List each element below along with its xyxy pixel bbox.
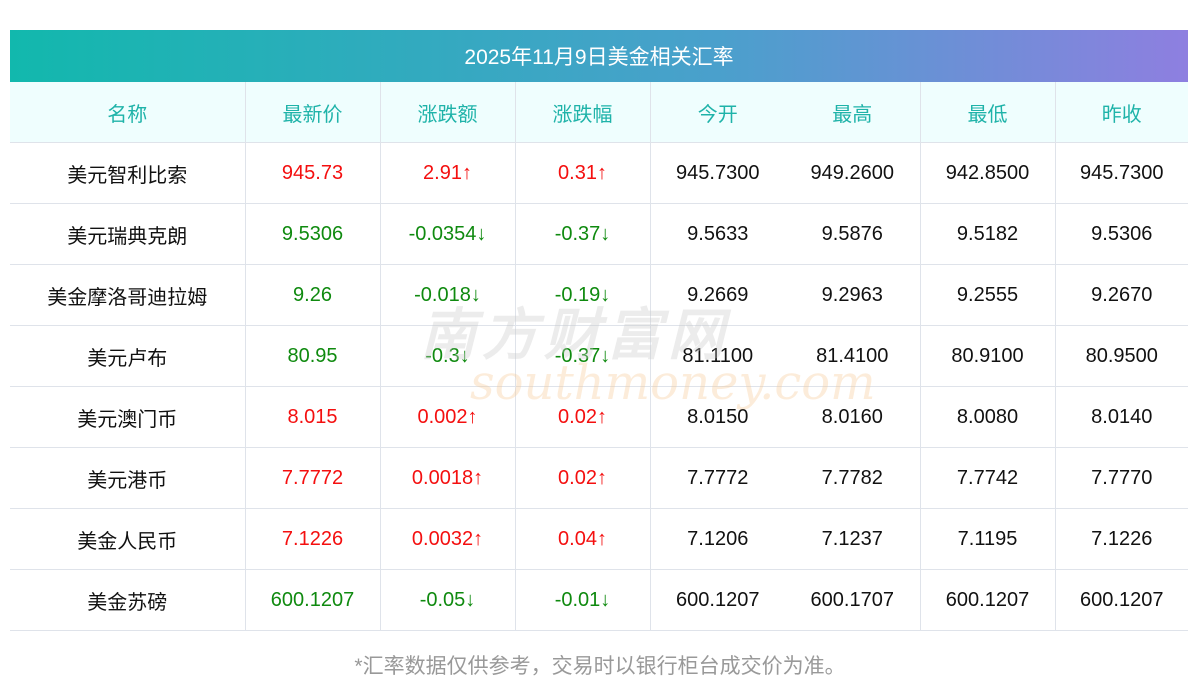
cell-prev: 7.7770 [1054, 447, 1188, 509]
column-header: 昨收 [1054, 82, 1188, 143]
cell-change: 0.0018↑ [379, 447, 515, 509]
table-row: 美元卢布 80.95 -0.3↓ -0.37↓ 81.1100 81.4100 80.910… [10, 325, 1188, 387]
column-header: 最新价 [244, 82, 380, 143]
cell-pct: -0.01↓ [514, 569, 650, 631]
cell-high: 7.1237 [785, 508, 920, 570]
cell-pct: 0.02↑ [514, 447, 650, 509]
table-row: 美元瑞典克朗 9.5306 -0.0354↓ -0.37↓ 9.5633 9.5876 9.… [10, 203, 1188, 265]
cell-latest: 8.015 [244, 386, 380, 448]
cell-name: 美元澳门币 [10, 386, 245, 448]
cell-low: 7.7742 [919, 447, 1055, 509]
cell-name: 美元卢布 [10, 325, 245, 387]
cell-low: 942.8500 [919, 142, 1055, 204]
cell-high: 9.5876 [785, 203, 920, 265]
cell-prev: 8.0140 [1054, 386, 1188, 448]
cell-latest: 80.95 [244, 325, 380, 387]
cell-open: 7.1206 [649, 508, 785, 570]
cell-open: 81.1100 [649, 325, 785, 387]
column-header: 名称 [10, 82, 245, 143]
cell-latest: 7.7772 [244, 447, 380, 509]
cell-high: 600.1707 [785, 569, 920, 631]
cell-latest: 9.26 [244, 264, 380, 326]
cell-pct: -0.19↓ [514, 264, 650, 326]
table-row: 美元澳门币 8.015 0.002↑ 0.02↑ 8.0150 8.0160 8.0080 8… [10, 386, 1188, 448]
table-row: 美金人民币 7.1226 0.0032↑ 0.04↑ 7.1206 7.1237 7.119… [10, 508, 1188, 570]
cell-open: 9.2669 [649, 264, 785, 326]
cell-name: 美金摩洛哥迪拉姆 [10, 264, 245, 326]
column-header: 最高 [785, 82, 920, 143]
cell-change: -0.0354↓ [379, 203, 515, 265]
cell-prev: 80.9500 [1054, 325, 1188, 387]
cell-high: 7.7782 [785, 447, 920, 509]
cell-change: -0.3↓ [379, 325, 515, 387]
cell-low: 9.5182 [919, 203, 1055, 265]
cell-high: 949.2600 [785, 142, 920, 204]
column-header: 最低 [919, 82, 1055, 143]
cell-open: 9.5633 [649, 203, 785, 265]
cell-open: 600.1207 [649, 569, 785, 631]
cell-latest: 9.5306 [244, 203, 380, 265]
cell-open: 8.0150 [649, 386, 785, 448]
cell-prev: 945.7300 [1054, 142, 1188, 204]
table-row: 美元智利比索 945.73 2.91↑ 0.31↑ 945.7300 949.2600 94… [10, 142, 1188, 204]
cell-name: 美金人民币 [10, 508, 245, 570]
cell-prev: 7.1226 [1054, 508, 1188, 570]
cell-change: -0.05↓ [379, 569, 515, 631]
cell-prev: 9.5306 [1054, 203, 1188, 265]
cell-prev: 9.2670 [1054, 264, 1188, 326]
cell-low: 80.9100 [919, 325, 1055, 387]
cell-latest: 945.73 [244, 142, 380, 204]
table-row: 美金苏磅 600.1207 -0.05↓ -0.01↓ 600.1207 600.1707… [10, 569, 1188, 631]
column-header: 涨跌幅 [514, 82, 650, 143]
cell-change: 0.002↑ [379, 386, 515, 448]
column-header: 涨跌额 [379, 82, 515, 143]
exchange-rate-table: 名称 最新价 涨跌额 涨跌幅 今开 最高 最低 昨收 美元智利比索 945.73 2.91↑ 0.3… [10, 82, 1188, 631]
cell-latest: 600.1207 [244, 569, 380, 631]
cell-high: 81.4100 [785, 325, 920, 387]
cell-high: 8.0160 [785, 386, 920, 448]
cell-pct: 0.04↑ [514, 508, 650, 570]
cell-name: 美金苏磅 [10, 569, 245, 631]
table-row: 美元港币 7.7772 0.0018↑ 0.02↑ 7.7772 7.7782 7.7742… [10, 447, 1188, 509]
cell-low: 8.0080 [919, 386, 1055, 448]
cell-low: 9.2555 [919, 264, 1055, 326]
cell-name: 美元港币 [10, 447, 245, 509]
column-header: 今开 [649, 82, 785, 143]
cell-name: 美元瑞典克朗 [10, 203, 245, 265]
cell-name: 美元智利比索 [10, 142, 245, 204]
cell-change: -0.018↓ [379, 264, 515, 326]
cell-high: 9.2963 [785, 264, 920, 326]
cell-low: 600.1207 [919, 569, 1055, 631]
table-row: 美金摩洛哥迪拉姆 9.26 -0.018↓ -0.19↓ 9.2669 9.2963 9.2… [10, 264, 1188, 326]
cell-pct: -0.37↓ [514, 325, 650, 387]
cell-change: 0.0032↑ [379, 508, 515, 570]
cell-open: 7.7772 [649, 447, 785, 509]
cell-pct: 0.02↑ [514, 386, 650, 448]
disclaimer: *汇率数据仅供参考，交易时以银行柜台成交价为准。 [354, 655, 846, 678]
cell-latest: 7.1226 [244, 508, 380, 570]
table-title: 2025年11月9日美金相关汇率 [10, 30, 1188, 82]
cell-open: 945.7300 [649, 142, 785, 204]
cell-prev: 600.1207 [1054, 569, 1188, 631]
cell-pct: 0.31↑ [514, 142, 650, 204]
cell-pct: -0.37↓ [514, 203, 650, 265]
cell-change: 2.91↑ [379, 142, 515, 204]
header-row: 名称 最新价 涨跌额 涨跌幅 今开 最高 最低 昨收 [10, 82, 1188, 143]
cell-low: 7.1195 [919, 508, 1055, 570]
